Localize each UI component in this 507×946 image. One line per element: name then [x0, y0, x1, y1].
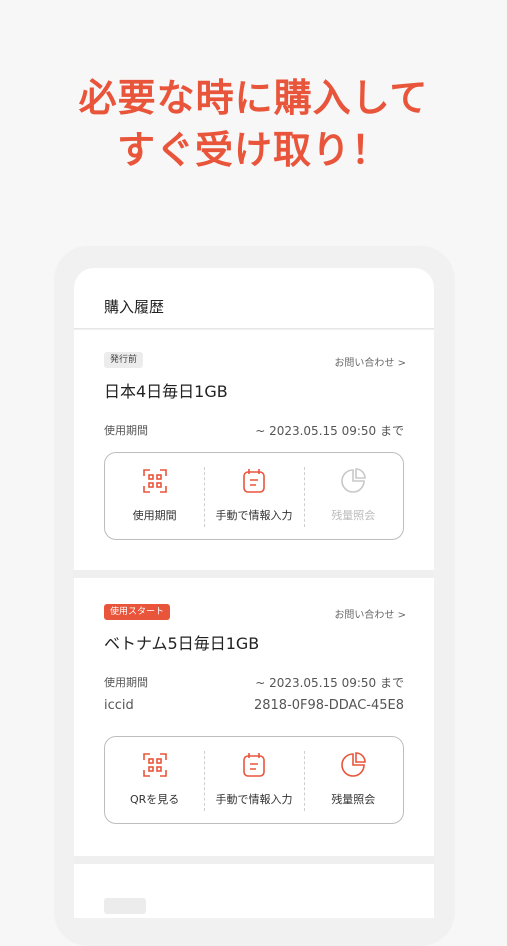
pie-chart-icon: [341, 752, 367, 777]
plan-name: ベトナム5日毎日1GB: [104, 634, 260, 653]
status-badge: 使用スタート: [104, 604, 171, 620]
action-label: 使用期間: [132, 509, 177, 522]
qr-code-icon: [142, 753, 167, 777]
app-screen: 購入履歴 発行前 お問い合わせ > 日本4日毎日1GB 使用期間 ~ 2023.…: [74, 268, 434, 918]
view-qr-button[interactable]: QRを見る: [105, 737, 204, 823]
purchase-card: 使用スタート お問い合わせ > ベトナム5日毎日1GB 使用期間 ~ 2023.…: [74, 578, 434, 856]
headline-line-2: すぐ受け取り！: [116, 128, 390, 172]
period-value: ~ 2023.05.15 09:50 まで: [255, 424, 404, 438]
pie-chart-icon: [341, 468, 367, 493]
action-label: QRを見る: [130, 793, 180, 806]
purchase-card: 発行前 お問い合わせ > 日本4日毎日1GB 使用期間 ~ 2023.05.15…: [74, 330, 434, 570]
qr-code-icon: [142, 469, 167, 493]
iccid-label: iccid: [104, 698, 134, 713]
contact-link[interactable]: お問い合わせ >: [334, 354, 406, 369]
page-title: 購入履歴: [104, 298, 165, 316]
action-label: 残量照会: [331, 793, 376, 806]
iccid-value: 2818-0F98-DDAC-45E8: [253, 698, 404, 713]
plan-name: 日本4日毎日1GB: [104, 382, 228, 401]
headline-line-1: 必要な時に購入して: [78, 76, 429, 120]
action-label: 手動で情報入力: [215, 509, 293, 522]
contact-link[interactable]: お問い合わせ >: [334, 606, 406, 621]
headline: 必要な時に購入して すぐ受け取り！: [0, 72, 507, 176]
usage-period-button[interactable]: 使用期間: [105, 453, 204, 539]
action-bar: 使用期間 手動で情報入力 残量照会: [104, 452, 404, 540]
action-label: 残量照会: [331, 509, 376, 522]
period-label: 使用期間: [104, 676, 148, 689]
remaining-data-button[interactable]: 残量照会: [303, 737, 403, 823]
app-header: 購入履歴: [74, 268, 434, 329]
manual-input-button[interactable]: 手動で情報入力: [204, 737, 303, 823]
status-badge: [104, 898, 146, 914]
remaining-data-button[interactable]: 残量照会: [303, 453, 403, 539]
action-label: 手動で情報入力: [215, 793, 293, 806]
status-badge: 発行前: [104, 352, 144, 368]
action-bar: QRを見る 手動で情報入力 残量照会: [104, 736, 404, 824]
period-label: 使用期間: [104, 424, 148, 437]
manual-input-button[interactable]: 手動で情報入力: [204, 453, 303, 539]
period-value: ~ 2023.05.15 09:50 まで: [255, 676, 404, 690]
purchase-card: [74, 864, 434, 918]
calendar-icon: [243, 469, 265, 493]
calendar-icon: [243, 753, 265, 777]
